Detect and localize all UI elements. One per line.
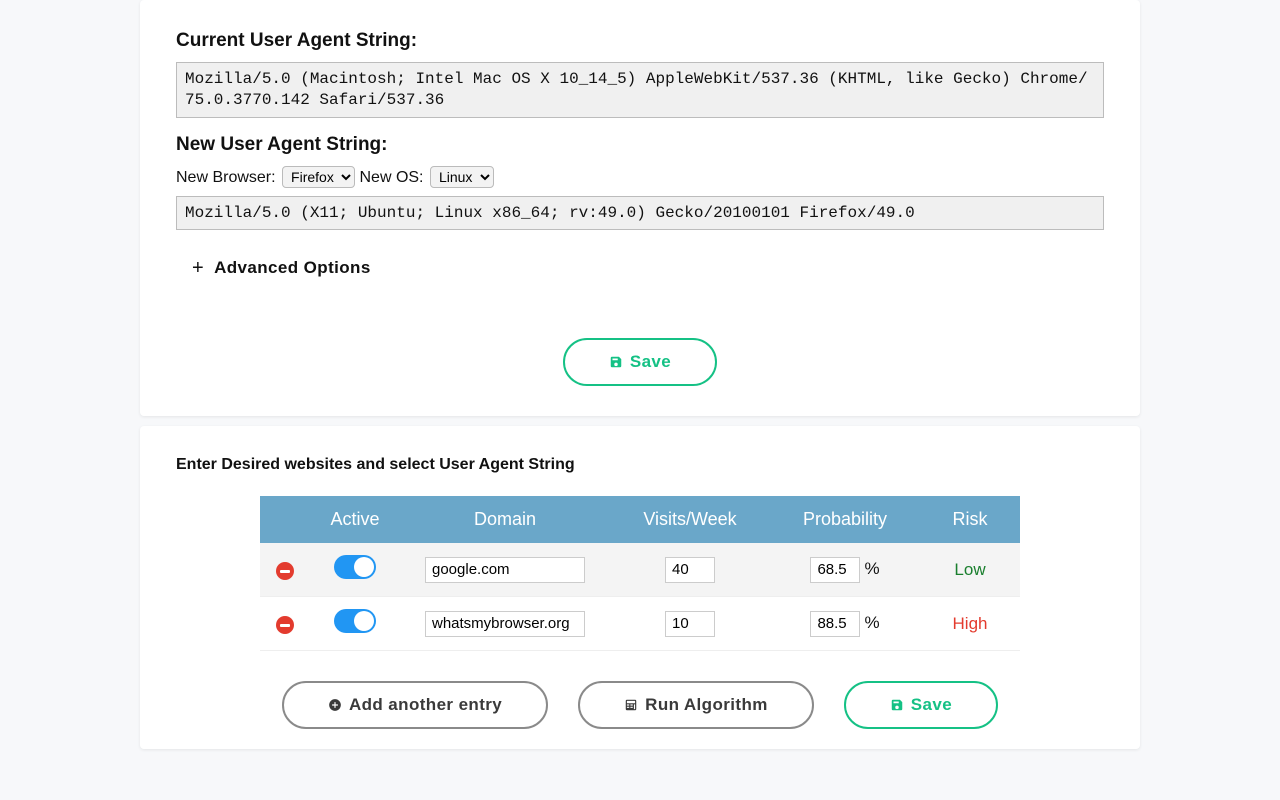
calculator-icon [624,698,638,712]
ua-selectors: New Browser: Firefox New OS: Linux [176,166,1104,188]
websites-card: Enter Desired websites and select User A… [140,426,1140,749]
os-label: New OS: [359,169,423,186]
current-ua-value: Mozilla/5.0 (Macintosh; Intel Mac OS X 1… [176,62,1104,118]
col-domain: Domain [400,496,610,543]
active-toggle[interactable] [334,609,376,633]
percent-label: % [864,613,879,632]
domain-input[interactable] [425,557,585,583]
col-active: Active [310,496,400,543]
remove-icon[interactable] [276,562,294,580]
table-row: % Low [260,543,1020,597]
save-button-2[interactable]: Save [844,681,998,729]
save-icon [609,355,623,369]
websites-title: Enter Desired websites and select User A… [176,456,1104,474]
col-visits: Visits/Week [610,496,770,543]
visits-input[interactable] [665,557,715,583]
col-risk: Risk [920,496,1020,543]
remove-icon[interactable] [276,616,294,634]
active-toggle[interactable] [334,555,376,579]
table-header: Active Domain Visits/Week Probability Ri… [260,496,1020,543]
visits-input[interactable] [665,611,715,637]
table-row: % High [260,597,1020,651]
save-icon [890,698,904,712]
new-ua-value: Mozilla/5.0 (X11; Ubuntu; Linux x86_64; … [176,196,1104,231]
run-algorithm-button[interactable]: Run Algorithm [578,681,814,729]
col-probability: Probability [770,496,920,543]
save-button[interactable]: Save [563,338,717,386]
probability-input[interactable] [810,557,860,583]
browser-label: New Browser: [176,169,276,186]
advanced-options-label: Advanced Options [214,258,371,278]
advanced-options-toggle[interactable]: + Advanced Options [176,258,1104,278]
browser-select[interactable]: Firefox [282,166,355,188]
risk-value: High [953,614,988,633]
domain-input[interactable] [425,611,585,637]
plus-icon: + [192,258,204,278]
percent-label: % [864,559,879,578]
probability-input[interactable] [810,611,860,637]
plus-circle-icon [328,698,342,712]
user-agent-card: Current User Agent String: Mozilla/5.0 (… [140,0,1140,416]
os-select[interactable]: Linux [430,166,494,188]
new-ua-heading: New User Agent String: [176,134,1104,156]
current-ua-heading: Current User Agent String: [176,30,1104,52]
websites-table: Active Domain Visits/Week Probability Ri… [260,496,1020,651]
add-entry-button[interactable]: Add another entry [282,681,548,729]
risk-value: Low [954,560,985,579]
